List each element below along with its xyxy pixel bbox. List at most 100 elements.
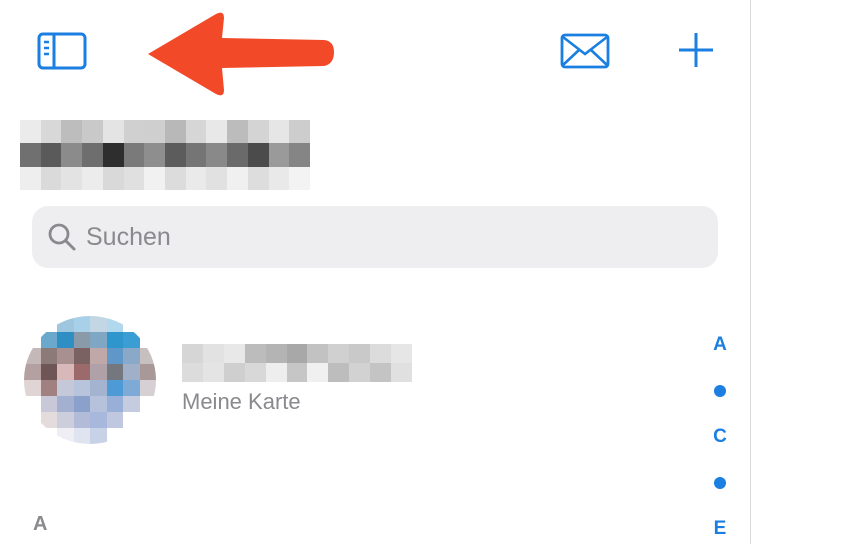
redaction-pixel	[244, 363, 266, 382]
redaction-pixel	[40, 143, 62, 167]
redaction-pixel	[139, 412, 156, 428]
redaction-pixel	[164, 143, 186, 167]
redaction-pixel	[391, 363, 412, 382]
redaction-pixel	[106, 332, 123, 348]
redaction-pixel	[307, 363, 329, 382]
redaction-pixel	[144, 143, 165, 167]
redaction-pixel	[123, 143, 145, 167]
redaction-pixel	[106, 348, 123, 364]
redaction-pixel	[139, 380, 156, 396]
redaction-pixel	[73, 332, 90, 348]
redaction-pixel	[223, 363, 245, 382]
redaction-pixel	[328, 344, 350, 363]
redaction-pixel	[268, 166, 290, 190]
redaction-pixel	[185, 143, 207, 167]
redaction-pixel	[20, 143, 41, 167]
redaction-pixel	[20, 120, 41, 144]
redaction-pixel	[57, 316, 74, 332]
redaction-pixel	[40, 396, 57, 412]
redaction-pixel	[289, 166, 310, 190]
search-bar[interactable]	[32, 206, 718, 268]
redaction-pixel	[57, 412, 74, 428]
redaction-pixel	[40, 380, 57, 396]
redaction-pixel	[40, 428, 57, 444]
plus-icon	[679, 33, 713, 67]
redaction-pixel	[106, 380, 123, 396]
redaction-pixel	[247, 143, 269, 167]
redaction-pixel	[73, 412, 90, 428]
redaction-pixel	[349, 344, 371, 363]
my-card-label: Meine Karte	[182, 389, 301, 414]
redaction-pixel	[24, 380, 41, 396]
redaction-pixel	[123, 364, 140, 380]
annotation-arrow	[148, 12, 334, 96]
redaction-pixel	[57, 348, 74, 364]
redaction-pixel	[206, 166, 228, 190]
redaction-pixel	[144, 120, 165, 144]
redaction-pixel	[73, 364, 90, 380]
redaction-pixel	[139, 348, 156, 364]
redaction-pixel	[307, 344, 329, 363]
redaction-pixel	[123, 120, 145, 144]
contacts-list-pane: Meine Karte A A C E	[0, 0, 750, 544]
redaction-pixel	[139, 428, 156, 444]
redaction-pixel	[164, 120, 186, 144]
redaction-pixel	[370, 363, 392, 382]
redacted-title	[20, 120, 310, 190]
avatar[interactable]	[24, 316, 156, 444]
redaction-pixel	[289, 120, 310, 144]
redaction-pixel	[90, 348, 107, 364]
redaction-pixel	[123, 396, 140, 412]
redaction-pixel	[227, 120, 248, 144]
redaction-pixel	[82, 143, 103, 167]
redaction-pixel	[57, 364, 74, 380]
redaction-pixel	[139, 316, 156, 332]
redaction-pixel	[227, 143, 248, 167]
redaction-pixel	[123, 316, 140, 332]
redaction-pixel	[90, 364, 107, 380]
redaction-pixel	[106, 396, 123, 412]
redaction-pixel	[139, 332, 156, 348]
redaction-pixel	[185, 166, 207, 190]
index-letter-c[interactable]: C	[700, 426, 740, 448]
detail-pane	[751, 0, 843, 544]
redaction-pixel	[182, 363, 203, 382]
redaction-pixel	[206, 120, 228, 144]
redaction-pixel	[139, 396, 156, 412]
index-dot[interactable]	[714, 385, 726, 397]
redaction-pixel	[328, 363, 350, 382]
redaction-pixel	[247, 166, 269, 190]
index-dot[interactable]	[714, 477, 726, 489]
redaction-pixel	[265, 363, 287, 382]
add-contact-button[interactable]	[670, 24, 722, 76]
redaction-pixel	[24, 428, 41, 444]
redaction-pixel	[286, 363, 308, 382]
redaction-pixel	[82, 166, 103, 190]
redaction-pixel	[90, 428, 107, 444]
redaction-pixel	[102, 120, 124, 144]
redaction-pixel	[61, 166, 83, 190]
index-letter-a[interactable]: A	[700, 334, 740, 356]
redaction-pixel	[61, 120, 83, 144]
mail-button[interactable]	[556, 26, 614, 76]
redaction-pixel	[102, 166, 124, 190]
redaction-pixel	[106, 412, 123, 428]
redaction-pixel	[90, 412, 107, 428]
redaction-pixel	[123, 412, 140, 428]
redaction-pixel	[244, 344, 266, 363]
redaction-pixel	[73, 316, 90, 332]
redaction-pixel	[106, 428, 123, 444]
redaction-pixel	[90, 316, 107, 332]
redaction-pixel	[24, 364, 41, 380]
redaction-pixel	[73, 428, 90, 444]
redaction-pixel	[73, 348, 90, 364]
index-letter-e[interactable]: E	[700, 518, 740, 540]
redaction-pixel	[57, 396, 74, 412]
redaction-pixel	[40, 166, 62, 190]
redaction-pixel	[57, 380, 74, 396]
sidebar-toggle-button[interactable]	[30, 26, 94, 76]
redaction-pixel	[123, 428, 140, 444]
redaction-pixel	[90, 380, 107, 396]
redaction-pixel	[40, 120, 62, 144]
search-input[interactable]	[86, 222, 686, 252]
